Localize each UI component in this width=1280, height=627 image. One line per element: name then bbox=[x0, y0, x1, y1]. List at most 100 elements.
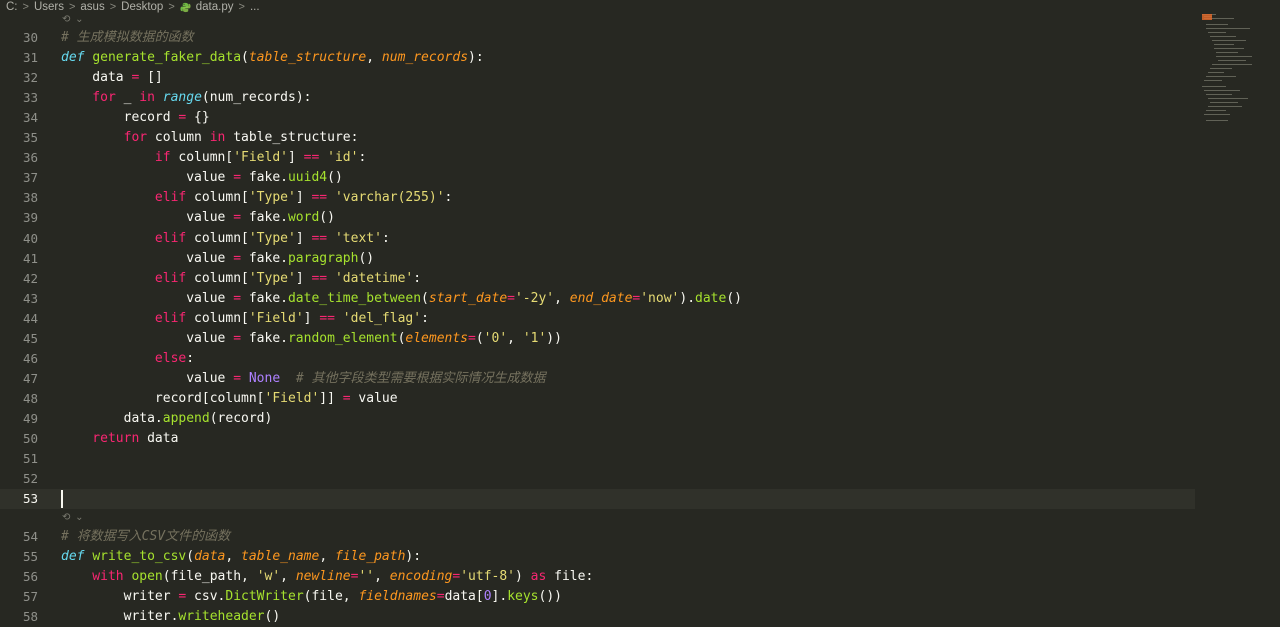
code-line[interactable]: 30 # 生成模拟数据的函数 bbox=[0, 28, 1195, 48]
code-token: = bbox=[507, 290, 515, 306]
code-text: record = {} bbox=[61, 108, 210, 128]
code-token: ): bbox=[468, 50, 484, 66]
line-number: 41 bbox=[22, 250, 38, 266]
code-token: (record) bbox=[209, 410, 273, 426]
minimap-line bbox=[1208, 72, 1224, 73]
code-token: : bbox=[358, 150, 367, 166]
code-line[interactable]: 56 with open(file_path, 'w', newline='',… bbox=[0, 567, 1195, 587]
code-line[interactable]: 34 record = {} bbox=[0, 108, 1195, 128]
code-token: start_date bbox=[428, 290, 508, 306]
code-token: ] bbox=[303, 310, 320, 326]
code-line[interactable]: 53 bbox=[0, 489, 1195, 510]
code-line[interactable]: 37 value = fake.uuid4() bbox=[0, 168, 1195, 188]
code-line[interactable]: 47 value = None # 其他字段类型需要根据实际情况生成数据 bbox=[0, 369, 1195, 389]
minimap-line bbox=[1210, 36, 1236, 37]
line-number: 49 bbox=[22, 410, 38, 426]
code-line[interactable]: 41 value = fake.paragraph() bbox=[0, 249, 1195, 269]
code-line[interactable]: 32 data = [] bbox=[0, 68, 1195, 88]
line-number: 43 bbox=[22, 290, 38, 306]
code-line[interactable]: 42 elif column['Type'] == 'datetime': bbox=[0, 269, 1195, 289]
code-token: = bbox=[436, 589, 445, 605]
code-token: = bbox=[233, 330, 242, 346]
minimap-line bbox=[1218, 60, 1246, 61]
code-token: (file_path, bbox=[162, 569, 257, 585]
code-token: 0 bbox=[483, 589, 492, 605]
code-line[interactable]: 54 # 将数据写入CSV文件的函数 bbox=[0, 527, 1195, 547]
code-token: # 其他字段类型需要根据实际情况生成数据 bbox=[295, 370, 546, 386]
code-line[interactable]: 58 writer.writeheader() bbox=[0, 607, 1195, 627]
code-token: date_time_between bbox=[287, 290, 422, 306]
line-number: 53 bbox=[22, 491, 38, 507]
code-token: = bbox=[233, 170, 242, 186]
code-line[interactable]: 48 record[column['Field']] = value bbox=[0, 389, 1195, 409]
code-text: for _ in range(num_records): bbox=[61, 88, 311, 108]
code-token: record bbox=[61, 110, 179, 126]
code-text: writer = csv.DictWriter(file, fieldnames… bbox=[61, 587, 562, 607]
code-token: num_records bbox=[381, 50, 469, 66]
code-text: elif column['Type'] == 'varchar(255)': bbox=[61, 188, 452, 208]
code-token: '1' bbox=[522, 330, 547, 346]
code-line[interactable]: 43 value = fake.date_time_between(start_… bbox=[0, 289, 1195, 309]
code-token: in bbox=[139, 90, 155, 106]
code-line[interactable]: 33 for _ in range(num_records): bbox=[0, 88, 1195, 108]
code-token: == bbox=[311, 270, 328, 286]
code-line[interactable]: 44 elif column['Field'] == 'del_flag': bbox=[0, 309, 1195, 329]
line-number: 55 bbox=[22, 549, 38, 565]
code-token: value bbox=[61, 330, 234, 346]
code-token: ( bbox=[186, 549, 195, 565]
code-line[interactable]: 39 value = fake.word() bbox=[0, 208, 1195, 228]
code-token: encoding bbox=[389, 569, 453, 585]
code-line[interactable]: 50 return data bbox=[0, 429, 1195, 449]
code-token: 'Type' bbox=[248, 230, 296, 246]
minimap[interactable] bbox=[1200, 14, 1280, 134]
code-line[interactable]: 35 for column in table_structure: bbox=[0, 128, 1195, 148]
code-text: value = fake.paragraph() bbox=[61, 249, 374, 269]
line-number: 30 bbox=[22, 30, 38, 45]
line-number: 51 bbox=[22, 451, 38, 467]
line-number: 36 bbox=[22, 150, 38, 166]
code-line[interactable]: 36 if column['Field'] == 'id': bbox=[0, 148, 1195, 168]
code-editor[interactable]: 30 # 生成模拟数据的函数 31 def generate_faker_data(t… bbox=[0, 0, 1200, 625]
line-number: 40 bbox=[22, 230, 38, 246]
code-token: data[ bbox=[444, 589, 484, 605]
code-token: : bbox=[444, 190, 453, 206]
line-number: 57 bbox=[22, 589, 38, 605]
code-token: 'Field' bbox=[264, 390, 320, 406]
fold-hint-icon[interactable]: ⟲ ⌄ bbox=[62, 14, 85, 25]
code-text: data = [] bbox=[61, 68, 162, 88]
code-token: '0' bbox=[483, 330, 508, 346]
code-token: ] bbox=[295, 190, 312, 206]
code-token: '' bbox=[358, 569, 375, 585]
code-line[interactable]: 46 else: bbox=[0, 349, 1195, 369]
code-token: file: bbox=[546, 569, 594, 585]
code-token: ] bbox=[288, 150, 304, 166]
line-number: 34 bbox=[22, 110, 38, 126]
code-line[interactable]: 57 writer = csv.DictWriter(file, fieldna… bbox=[0, 587, 1195, 607]
line-number: 46 bbox=[22, 350, 38, 366]
minimap-highlight bbox=[1202, 14, 1212, 20]
fold-hint-icon[interactable]: ⟲ ⌄ bbox=[62, 512, 85, 523]
code-token: uuid4 bbox=[287, 170, 328, 186]
code-line[interactable]: 49 data.append(record) bbox=[0, 409, 1195, 429]
code-line[interactable]: 40 elif column['Type'] == 'text': bbox=[0, 229, 1195, 249]
code-line[interactable]: 45 value = fake.random_element(elements=… bbox=[0, 329, 1195, 349]
code-line[interactable]: 51 bbox=[0, 449, 1195, 469]
code-token: file_path bbox=[334, 549, 406, 565]
code-token: 'datetime' bbox=[334, 270, 414, 286]
code-token: open bbox=[131, 569, 163, 585]
code-token: newline bbox=[295, 569, 351, 585]
code-token: elements bbox=[405, 330, 469, 346]
code-token: range bbox=[162, 90, 202, 106]
code-token: else bbox=[61, 350, 187, 366]
code-token: == bbox=[303, 150, 320, 166]
code-line[interactable]: 38 elif column['Type'] == 'varchar(255)'… bbox=[0, 188, 1195, 208]
code-line[interactable]: 55 def write_to_csv(data, table_name, fil… bbox=[0, 547, 1195, 567]
code-text: for column in table_structure: bbox=[61, 128, 359, 148]
code-line[interactable]: 52 bbox=[0, 469, 1195, 489]
code-token: (file, bbox=[303, 589, 359, 605]
code-line[interactable]: 31 def generate_faker_data(table_structur… bbox=[0, 48, 1195, 68]
code-token: , bbox=[225, 549, 242, 565]
code-token: random_element bbox=[287, 330, 398, 346]
line-number: 32 bbox=[22, 70, 38, 86]
